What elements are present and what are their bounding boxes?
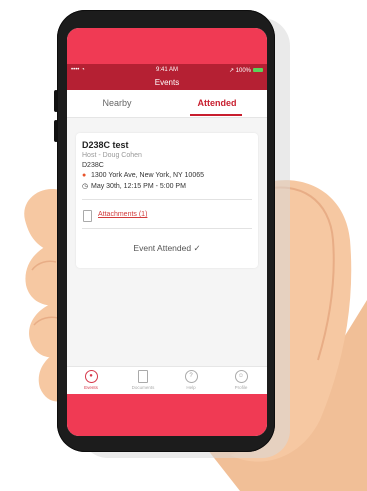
nav-events[interactable]: ● Events: [71, 370, 111, 390]
bottom-navigation: ● Events Documents ? Help ☺ Profile: [67, 366, 267, 395]
event-host: Host - Doug Cohen: [82, 152, 142, 159]
scene: •••• ◔ 9:41 AM ↗ 100% Events Nearby Atte…: [0, 0, 367, 491]
active-tab-indicator: [190, 114, 242, 116]
event-address-row: ● 1300 York Ave, New York, NY 10065: [82, 172, 204, 179]
divider: [82, 199, 252, 200]
nav-events-label: Events: [84, 385, 98, 390]
nav-profile-label: Profile: [234, 385, 248, 390]
bottom-brand-band: [67, 394, 267, 436]
events-icon: ●: [84, 370, 98, 383]
nav-documents-label: Documents: [131, 385, 155, 390]
event-code: D238C: [82, 162, 104, 169]
event-attended-status: Event Attended ✓: [133, 243, 201, 253]
profile-icon: ☺: [234, 370, 248, 383]
battery-label: ↗ 100%: [228, 68, 251, 74]
event-datetime: May 30th, 12:15 PM - 5:00 PM: [91, 183, 186, 190]
event-tabs: Nearby Attended: [67, 90, 267, 118]
clock-icon: ◷: [82, 183, 89, 190]
tab-attended[interactable]: Attended: [167, 90, 267, 117]
phone-screen: •••• ◔ 9:41 AM ↗ 100% Events Nearby Atte…: [67, 28, 267, 436]
nav-profile[interactable]: ☺ Profile: [221, 370, 261, 390]
nav-help[interactable]: ? Help: [171, 370, 211, 390]
volume-down-button: [54, 120, 58, 142]
event-card[interactable]: D238C test Host - Doug Cohen D238C ● 1300…: [76, 133, 258, 268]
battery-indicator: ↗ 100%: [229, 67, 263, 74]
nav-help-label: Help: [186, 385, 196, 390]
nav-documents[interactable]: Documents: [123, 370, 163, 390]
volume-up-button: [54, 90, 58, 112]
battery-icon: [253, 68, 263, 73]
attachments-link[interactable]: Attachments (1): [98, 211, 147, 218]
event-title: D238C test: [82, 140, 129, 150]
location-pin-icon: ●: [82, 172, 87, 179]
event-address: 1300 York Ave, New York, NY 10065: [91, 172, 204, 179]
event-time-row: ◷ May 30th, 12:15 PM - 5:00 PM: [82, 182, 186, 190]
help-icon: ?: [184, 370, 198, 383]
tab-nearby[interactable]: Nearby: [67, 90, 167, 117]
status-bar: •••• ◔ 9:41 AM ↗ 100%: [67, 64, 267, 76]
document-icon: [83, 210, 92, 222]
page-title: Events: [67, 76, 267, 90]
divider: [82, 228, 252, 229]
documents-icon: [138, 370, 148, 383]
top-brand-band: [67, 28, 267, 64]
